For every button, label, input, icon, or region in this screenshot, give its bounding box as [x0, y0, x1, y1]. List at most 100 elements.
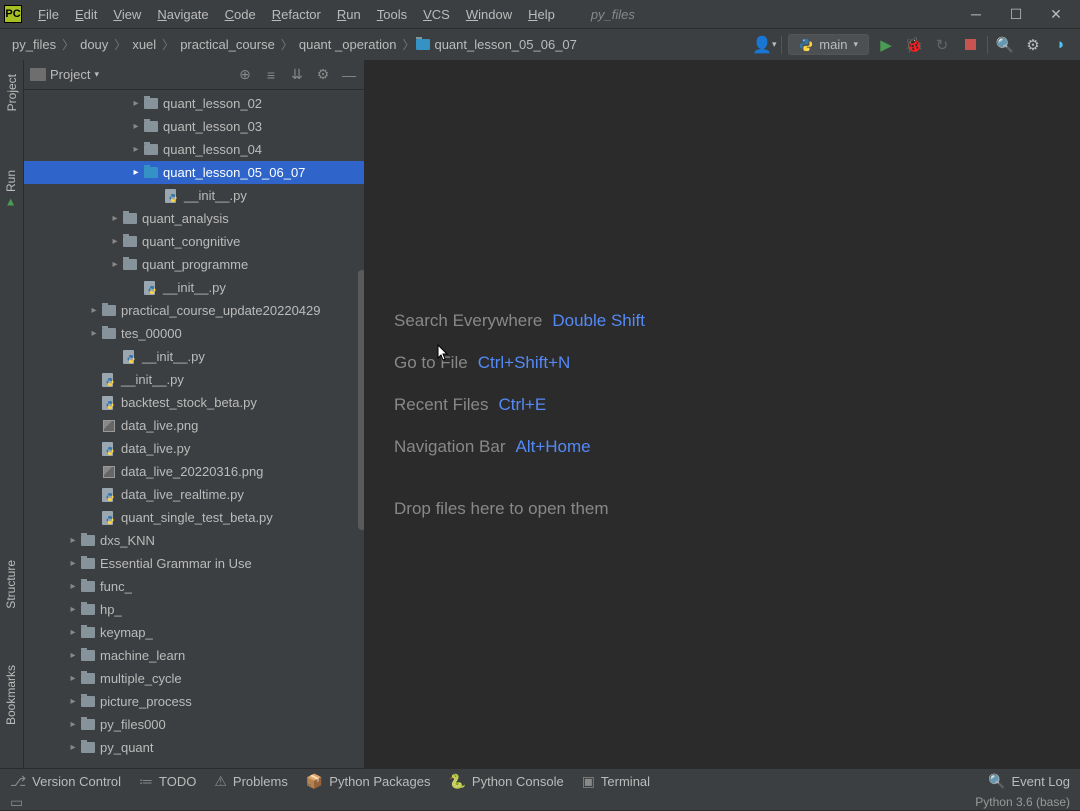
status-todo[interactable]: ≔TODO	[139, 773, 196, 790]
tree-item[interactable]: __init__.py	[24, 276, 364, 299]
hide-panel-icon[interactable]: —	[340, 66, 358, 84]
tree-arrow-icon[interactable]: ▸	[66, 534, 80, 548]
sidebar-tab-bookmarks[interactable]: Bookmarks	[4, 665, 18, 725]
minimize-button[interactable]: ─	[956, 2, 996, 26]
interpreter-label[interactable]: Python 3.6 (base)	[975, 795, 1070, 809]
tree-item[interactable]: ▸hp_	[24, 598, 364, 621]
menu-help[interactable]: Help	[520, 3, 563, 26]
breadcrumb-item[interactable]: douy	[76, 37, 112, 52]
search-icon[interactable]: 🔍	[994, 34, 1016, 56]
hint-shortcut[interactable]: Double Shift	[552, 311, 645, 331]
tree-item[interactable]: data_live_realtime.py	[24, 483, 364, 506]
tree-item[interactable]: backtest_stock_beta.py	[24, 391, 364, 414]
status-problems[interactable]: ⚠Problems	[214, 773, 287, 790]
status-version-control[interactable]: ⎇Version Control	[10, 773, 121, 790]
menu-run[interactable]: Run	[329, 3, 369, 26]
tree-arrow-icon[interactable]: ▸	[129, 166, 143, 180]
menu-refactor[interactable]: Refactor	[264, 3, 329, 26]
debug-button[interactable]: 🐞	[903, 34, 925, 56]
hint-shortcut[interactable]: Ctrl+Shift+N	[478, 353, 571, 373]
settings-icon[interactable]: ⚙	[1022, 34, 1044, 56]
tree-item[interactable]: ▸multiple_cycle	[24, 667, 364, 690]
menu-window[interactable]: Window	[458, 3, 520, 26]
tree-item[interactable]: ▸Essential Grammar in Use	[24, 552, 364, 575]
tree-item[interactable]: ▸dxs_KNN	[24, 529, 364, 552]
hint-shortcut[interactable]: Alt+Home	[516, 437, 591, 457]
menu-edit[interactable]: Edit	[67, 3, 105, 26]
project-tree[interactable]: ▸quant_lesson_02▸quant_lesson_03▸quant_l…	[24, 90, 364, 770]
tree-item[interactable]: ▸func_	[24, 575, 364, 598]
maximize-button[interactable]: ☐	[996, 2, 1036, 26]
tree-item[interactable]: ▸quant_lesson_03	[24, 115, 364, 138]
status-python-console[interactable]: 🐍Python Console	[448, 773, 563, 790]
tree-item[interactable]: __init__.py	[24, 184, 364, 207]
menu-vcs[interactable]: VCS	[415, 3, 458, 26]
tree-item[interactable]: ▸picture_process	[24, 690, 364, 713]
stop-button[interactable]	[959, 34, 981, 56]
tree-item[interactable]: __init__.py	[24, 368, 364, 391]
menu-view[interactable]: View	[105, 3, 149, 26]
tree-arrow-icon[interactable]: ▸	[87, 304, 101, 318]
tree-arrow-icon[interactable]: ▸	[66, 695, 80, 709]
tree-item[interactable]: ▸py_files000	[24, 713, 364, 736]
tree-item[interactable]: quant_single_test_beta.py	[24, 506, 364, 529]
close-button[interactable]: ✕	[1036, 2, 1076, 26]
tree-item[interactable]: ▸quant_lesson_04	[24, 138, 364, 161]
run-config-selector[interactable]: main ▾	[788, 34, 869, 55]
sidebar-tab-structure[interactable]: Structure	[4, 560, 18, 609]
tree-arrow-icon[interactable]: ▸	[66, 741, 80, 755]
sidebar-tab-run[interactable]: ▶Run	[4, 170, 18, 206]
status-window-icon[interactable]: ▭	[10, 794, 23, 811]
status-event-log[interactable]: 🔍Event Log	[988, 773, 1070, 790]
menu-file[interactable]: File	[30, 3, 67, 26]
tree-item[interactable]: ▸py_quant	[24, 736, 364, 759]
tree-arrow-icon[interactable]: ▸	[87, 327, 101, 341]
status-terminal[interactable]: ▣Terminal	[582, 773, 650, 790]
tree-arrow-icon[interactable]: ▸	[66, 626, 80, 640]
editor-empty-area[interactable]: Search EverywhereDouble ShiftGo to FileC…	[364, 60, 1080, 770]
tree-item[interactable]: data_live.png	[24, 414, 364, 437]
tree-arrow-icon[interactable]: ▸	[66, 672, 80, 686]
tree-item[interactable]: ▸keymap_	[24, 621, 364, 644]
sidebar-tab-project[interactable]: Project	[3, 66, 21, 119]
select-opened-icon[interactable]: ⊕	[236, 66, 254, 84]
tree-arrow-icon[interactable]: ▸	[66, 649, 80, 663]
menu-navigate[interactable]: Navigate	[149, 3, 216, 26]
tree-item[interactable]: ▸practical_course_update20220429	[24, 299, 364, 322]
breadcrumb-item[interactable]: quant _operation	[295, 37, 401, 52]
tree-arrow-icon[interactable]: ▸	[108, 212, 122, 226]
tree-arrow-icon[interactable]: ▸	[66, 557, 80, 571]
tree-item[interactable]: ▸quant_programme	[24, 253, 364, 276]
breadcrumb-item[interactable]: xuel	[128, 37, 160, 52]
tree-item[interactable]: ▸machine_learn	[24, 644, 364, 667]
tree-item[interactable]: data_live.py	[24, 437, 364, 460]
tree-item[interactable]: ▸quant_congnitive	[24, 230, 364, 253]
tree-item[interactable]: ▸tes_00000	[24, 322, 364, 345]
tree-arrow-icon[interactable]: ▸	[66, 718, 80, 732]
tree-item[interactable]: ▸quant_analysis	[24, 207, 364, 230]
tree-item[interactable]: data_live_20220316.png	[24, 460, 364, 483]
user-icon[interactable]: 👤▾	[753, 34, 775, 56]
panel-settings-icon[interactable]: ⚙	[314, 66, 332, 84]
collapse-all-icon[interactable]: ⇊	[288, 66, 306, 84]
tree-item[interactable]: __init__.py	[24, 345, 364, 368]
status-python-packages[interactable]: 📦Python Packages	[306, 773, 431, 790]
ide-icon[interactable]: ◗	[1050, 34, 1072, 56]
hint-shortcut[interactable]: Ctrl+E	[498, 395, 546, 415]
tree-item[interactable]: ▸quant_lesson_05_06_07	[24, 161, 364, 184]
tree-arrow-icon[interactable]: ▸	[108, 235, 122, 249]
breadcrumb-item[interactable]: practical_course	[176, 37, 279, 52]
coverage-button[interactable]: ↻	[931, 34, 953, 56]
expand-all-icon[interactable]: ≡	[262, 66, 280, 84]
tree-arrow-icon[interactable]: ▸	[66, 603, 80, 617]
tree-arrow-icon[interactable]: ▸	[129, 120, 143, 134]
tree-item[interactable]: ▸quant_lesson_02	[24, 92, 364, 115]
breadcrumb-item[interactable]: py_files	[8, 37, 60, 52]
panel-title-button[interactable]: Project ▾	[30, 67, 99, 82]
run-button[interactable]: ▶	[875, 34, 897, 56]
tree-arrow-icon[interactable]: ▸	[108, 258, 122, 272]
tree-arrow-icon[interactable]: ▸	[129, 97, 143, 111]
menu-tools[interactable]: Tools	[369, 3, 415, 26]
menu-code[interactable]: Code	[217, 3, 264, 26]
tree-arrow-icon[interactable]: ▸	[129, 143, 143, 157]
